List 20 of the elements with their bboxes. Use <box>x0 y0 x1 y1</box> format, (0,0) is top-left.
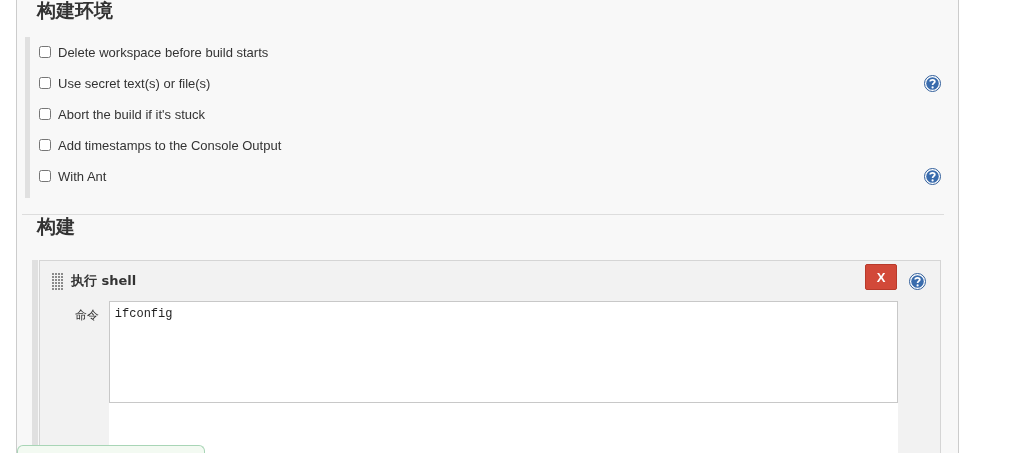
help-icon[interactable] <box>908 272 926 290</box>
delete-button[interactable]: X <box>865 264 897 290</box>
checkbox[interactable] <box>39 138 51 151</box>
checkbox[interactable] <box>39 107 51 120</box>
option-label: Use secret text(s) or file(s) <box>58 76 211 91</box>
checkbox[interactable] <box>39 169 51 182</box>
section-heading: 构建环境 <box>37 0 113 21</box>
option-label: Add timestamps to the Console Output <box>58 138 282 153</box>
section-heading: 构建 <box>37 215 75 237</box>
field-label: 命令 <box>73 307 99 324</box>
help-icon[interactable] <box>924 168 941 185</box>
drag-handle-icon[interactable] <box>52 272 63 290</box>
option-label: With Ant <box>58 169 107 184</box>
step-title: 执行 shell <box>71 272 137 290</box>
checkbox[interactable] <box>39 76 51 89</box>
option-label: Abort the build if it's stuck <box>58 107 205 122</box>
help-icon[interactable] <box>924 75 941 92</box>
command-field[interactable]: ifconfig <box>108 301 898 403</box>
option-label: Delete workspace before build starts <box>58 45 269 60</box>
checkbox[interactable] <box>39 45 51 58</box>
